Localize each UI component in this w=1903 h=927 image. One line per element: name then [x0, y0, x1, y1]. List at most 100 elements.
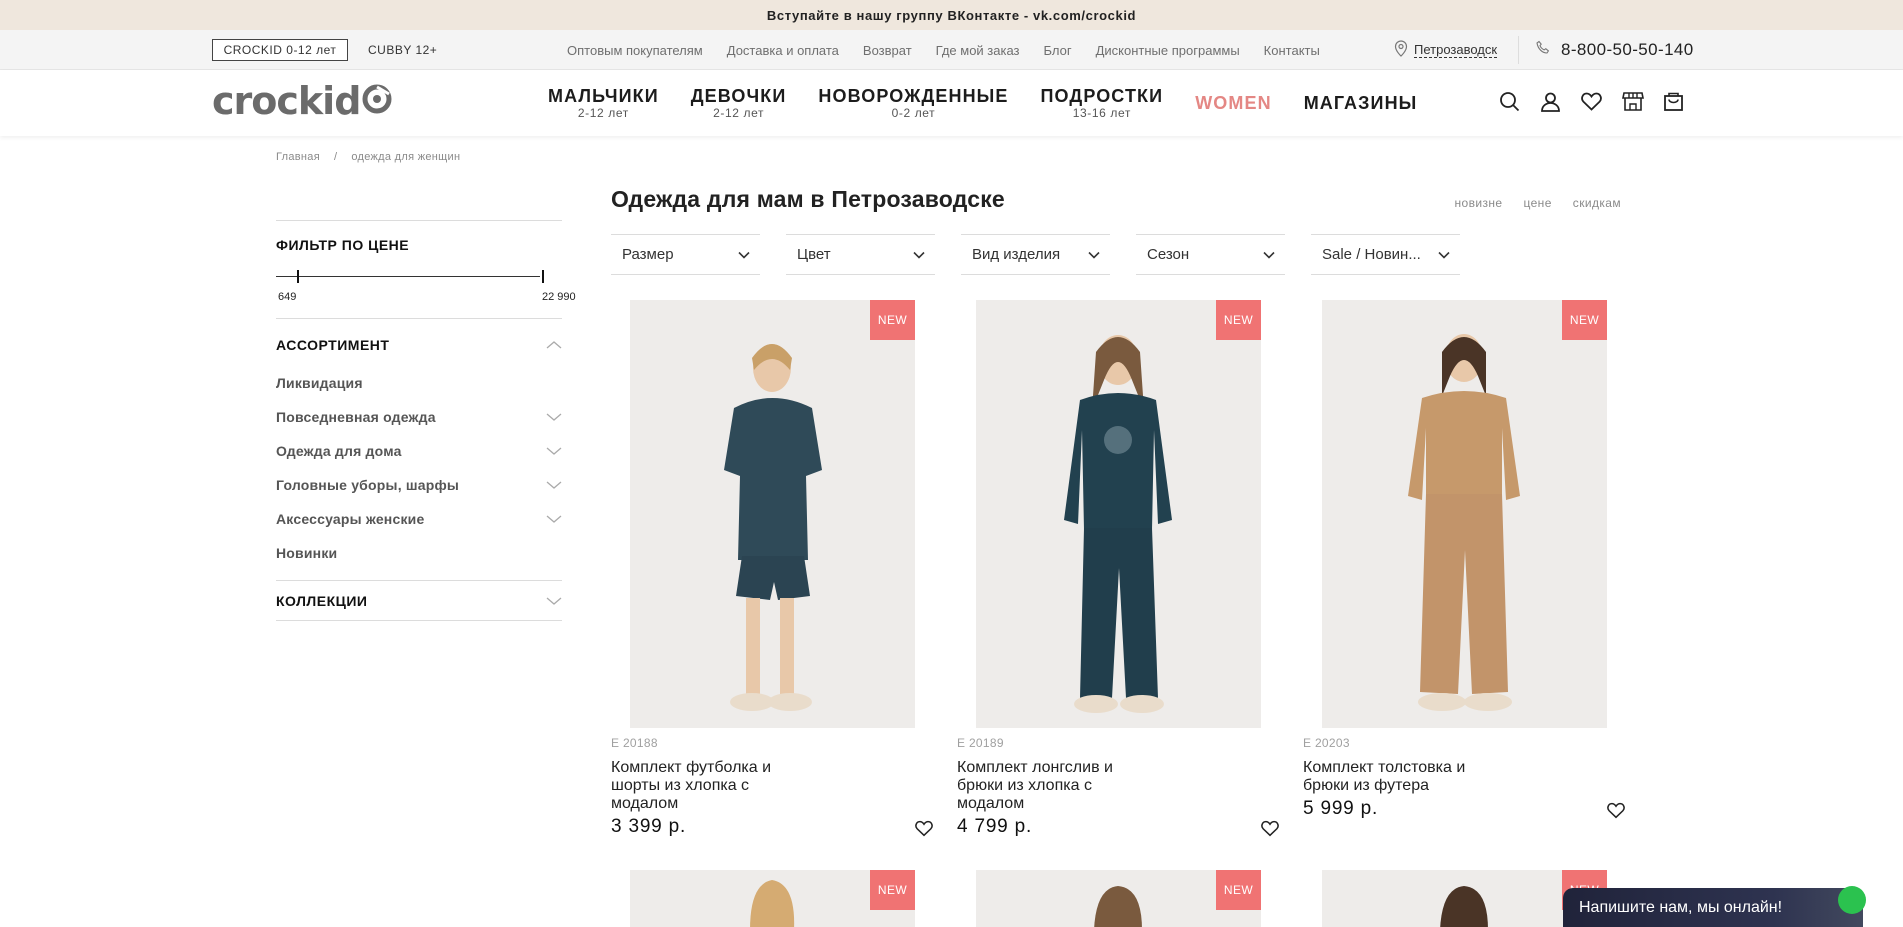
breadcrumb-current: одежда для женщин [351, 151, 461, 163]
util-link-delivery[interactable]: Доставка и оплата [727, 43, 839, 58]
category-item-liquidation[interactable]: Ликвидация [276, 366, 562, 400]
filter-type-dropdown[interactable]: Вид изделия [961, 234, 1110, 275]
promo-text[interactable]: Вступайте в нашу группу ВКонтакте - vk.c… [767, 8, 1136, 23]
phone-link[interactable]: 8-800-50-50-140 [1536, 30, 1694, 70]
chevron-down-icon[interactable] [546, 593, 562, 609]
account-icon[interactable] [1539, 90, 1562, 113]
search-icon[interactable] [1498, 90, 1521, 113]
filter-season-dropdown[interactable]: Сезон [1136, 234, 1285, 275]
assortment-title: АССОРТИМЕНТ [276, 336, 390, 353]
product-name[interactable]: Комплект лонгслив и брюки из хлопка с мо… [957, 759, 1147, 813]
chevron-down-icon[interactable] [546, 409, 562, 425]
breadcrumb-home[interactable]: Главная [276, 151, 320, 163]
nav-teens-age: 13-16 лет [1072, 106, 1131, 120]
chevron-up-icon[interactable] [546, 337, 562, 353]
nav-newborns[interactable]: НОВОРОЖДЕННЫЕ 0-2 лет [802, 70, 1024, 136]
dropdown-label: Sale / Новин... [1322, 246, 1421, 263]
utility-divider [1518, 36, 1519, 64]
price-slider-min-handle[interactable] [297, 270, 299, 283]
city-name[interactable]: Петрозаводск [1414, 42, 1498, 58]
page-title: Одежда для мам в Петрозаводске [611, 186, 1005, 212]
price-filter-title: ФИЛЬТР ПО ЦЕНЕ [276, 237, 410, 253]
header-icons [1498, 90, 1685, 113]
product-photo[interactable]: NEW [976, 300, 1261, 728]
nav-newborns-label: НОВОРОЖДЕННЫЕ [818, 86, 1009, 106]
assortment-filter: АССОРТИМЕНТ Ликвидация Повседневная одеж… [276, 318, 562, 580]
category-label: Повседневная одежда [276, 409, 436, 425]
chevron-down-icon [738, 246, 750, 263]
collections-filter: КОЛЛЕКЦИИ [276, 580, 562, 621]
category-item-casual[interactable]: Повседневная одежда [276, 400, 562, 434]
cart-icon[interactable] [1662, 90, 1685, 113]
city-selector[interactable]: Петрозаводск [1394, 30, 1498, 70]
crockid-logo[interactable]: crockid [212, 79, 392, 123]
sort-by-newest[interactable]: новизне [1454, 196, 1502, 210]
promo-banner[interactable]: Вступайте в нашу группу ВКонтакте - vk.c… [0, 0, 1903, 30]
dropdown-label: Сезон [1147, 246, 1190, 263]
nav-boys[interactable]: МАЛЬЧИКИ 2-12 лет [548, 70, 675, 136]
category-label: Новинки [276, 545, 338, 561]
category-label: Ликвидация [276, 375, 363, 391]
main-nav: МАЛЬЧИКИ 2-12 лет ДЕВОЧКИ 2-12 лет НОВОР… [548, 70, 1433, 136]
nav-girls-label: ДЕВОЧКИ [690, 86, 787, 106]
phone-number[interactable]: 8-800-50-50-140 [1561, 40, 1694, 60]
filter-size-dropdown[interactable]: Размер [611, 234, 760, 275]
category-item-home[interactable]: Одежда для дома [276, 434, 562, 468]
nav-teens[interactable]: ПОДРОСТКИ 13-16 лет [1025, 70, 1180, 136]
breadcrumb-separator: / [333, 151, 338, 163]
new-badge: NEW [870, 870, 915, 910]
category-item-new[interactable]: Новинки [276, 536, 562, 570]
sort-by-discount[interactable]: скидкам [1573, 196, 1621, 210]
filter-color-dropdown[interactable]: Цвет [786, 234, 935, 275]
category-item-accessories[interactable]: Аксессуары женские [276, 502, 562, 536]
add-to-favorites-icon[interactable] [915, 820, 933, 838]
product-price: 5 999 р. [1303, 798, 1379, 819]
nav-stores-label: МАГАЗИНЫ [1303, 93, 1418, 113]
favorites-icon[interactable] [1580, 90, 1603, 113]
nav-women[interactable]: WOMEN [1179, 70, 1288, 136]
util-link-return[interactable]: Возврат [863, 43, 912, 58]
util-link-blog[interactable]: Блог [1044, 43, 1072, 58]
assortment-header[interactable]: АССОРТИМЕНТ [276, 319, 562, 366]
brand-tab-crockid[interactable]: CROCKID 0-12 лет [212, 39, 348, 61]
product-sku: E 20189 [957, 736, 1004, 750]
product-price: 4 799 р. [957, 816, 1033, 837]
online-chat-widget[interactable]: Напишите нам, мы онлайн! [1563, 888, 1863, 927]
nav-boys-age: 2-12 лет [577, 106, 629, 120]
new-badge: NEW [870, 300, 915, 340]
nav-girls[interactable]: ДЕВОЧКИ 2-12 лет [675, 70, 803, 136]
utility-bar: CROCKID 0-12 лет CUBBY 12+ Оптовым покуп… [0, 30, 1903, 70]
new-badge: NEW [1216, 870, 1261, 910]
category-label: Аксессуары женские [276, 511, 425, 527]
price-slider-max-handle[interactable] [542, 270, 544, 283]
nav-teens-label: ПОДРОСТКИ [1040, 86, 1164, 106]
add-to-favorites-icon[interactable] [1261, 820, 1279, 838]
chevron-down-icon[interactable] [546, 477, 562, 493]
product-sku: E 20203 [1303, 736, 1350, 750]
util-link-order-status[interactable]: Где мой заказ [936, 43, 1020, 58]
filter-sale-dropdown[interactable]: Sale / Новин... [1311, 234, 1460, 275]
chevron-down-icon[interactable] [546, 443, 562, 459]
stores-icon[interactable] [1621, 90, 1644, 113]
brand-tab-cubby[interactable]: CUBBY 12+ [368, 39, 437, 61]
sort-by-price[interactable]: цене [1523, 196, 1551, 210]
add-to-favorites-icon[interactable] [1607, 802, 1625, 820]
sort-options: новизне цене скидкам [1454, 196, 1621, 210]
util-link-wholesale[interactable]: Оптовым покупателям [567, 43, 703, 58]
product-photo[interactable]: NEW [630, 300, 915, 728]
new-badge: NEW [1562, 300, 1607, 340]
util-link-discount[interactable]: Дисконтные программы [1096, 43, 1240, 58]
collections-header[interactable]: КОЛЛЕКЦИИ [276, 581, 562, 621]
nav-stores[interactable]: МАГАЗИНЫ [1288, 70, 1434, 136]
chevron-down-icon[interactable] [546, 511, 562, 527]
product-photo[interactable]: NEW [976, 870, 1261, 927]
price-slider-track[interactable] [276, 276, 540, 277]
product-photo[interactable]: NEW [630, 870, 915, 927]
util-link-contacts[interactable]: Контакты [1264, 43, 1320, 58]
chevron-down-icon [913, 246, 925, 263]
product-name[interactable]: Комплект толстовка и брюки из футера [1303, 759, 1493, 795]
chat-label: Напишите нам, мы онлайн! [1579, 898, 1783, 916]
product-photo[interactable]: NEW [1322, 300, 1607, 728]
product-name[interactable]: Комплект футболка и шорты из хлопка с мо… [611, 759, 801, 813]
category-item-headwear[interactable]: Головные уборы, шарфы [276, 468, 562, 502]
